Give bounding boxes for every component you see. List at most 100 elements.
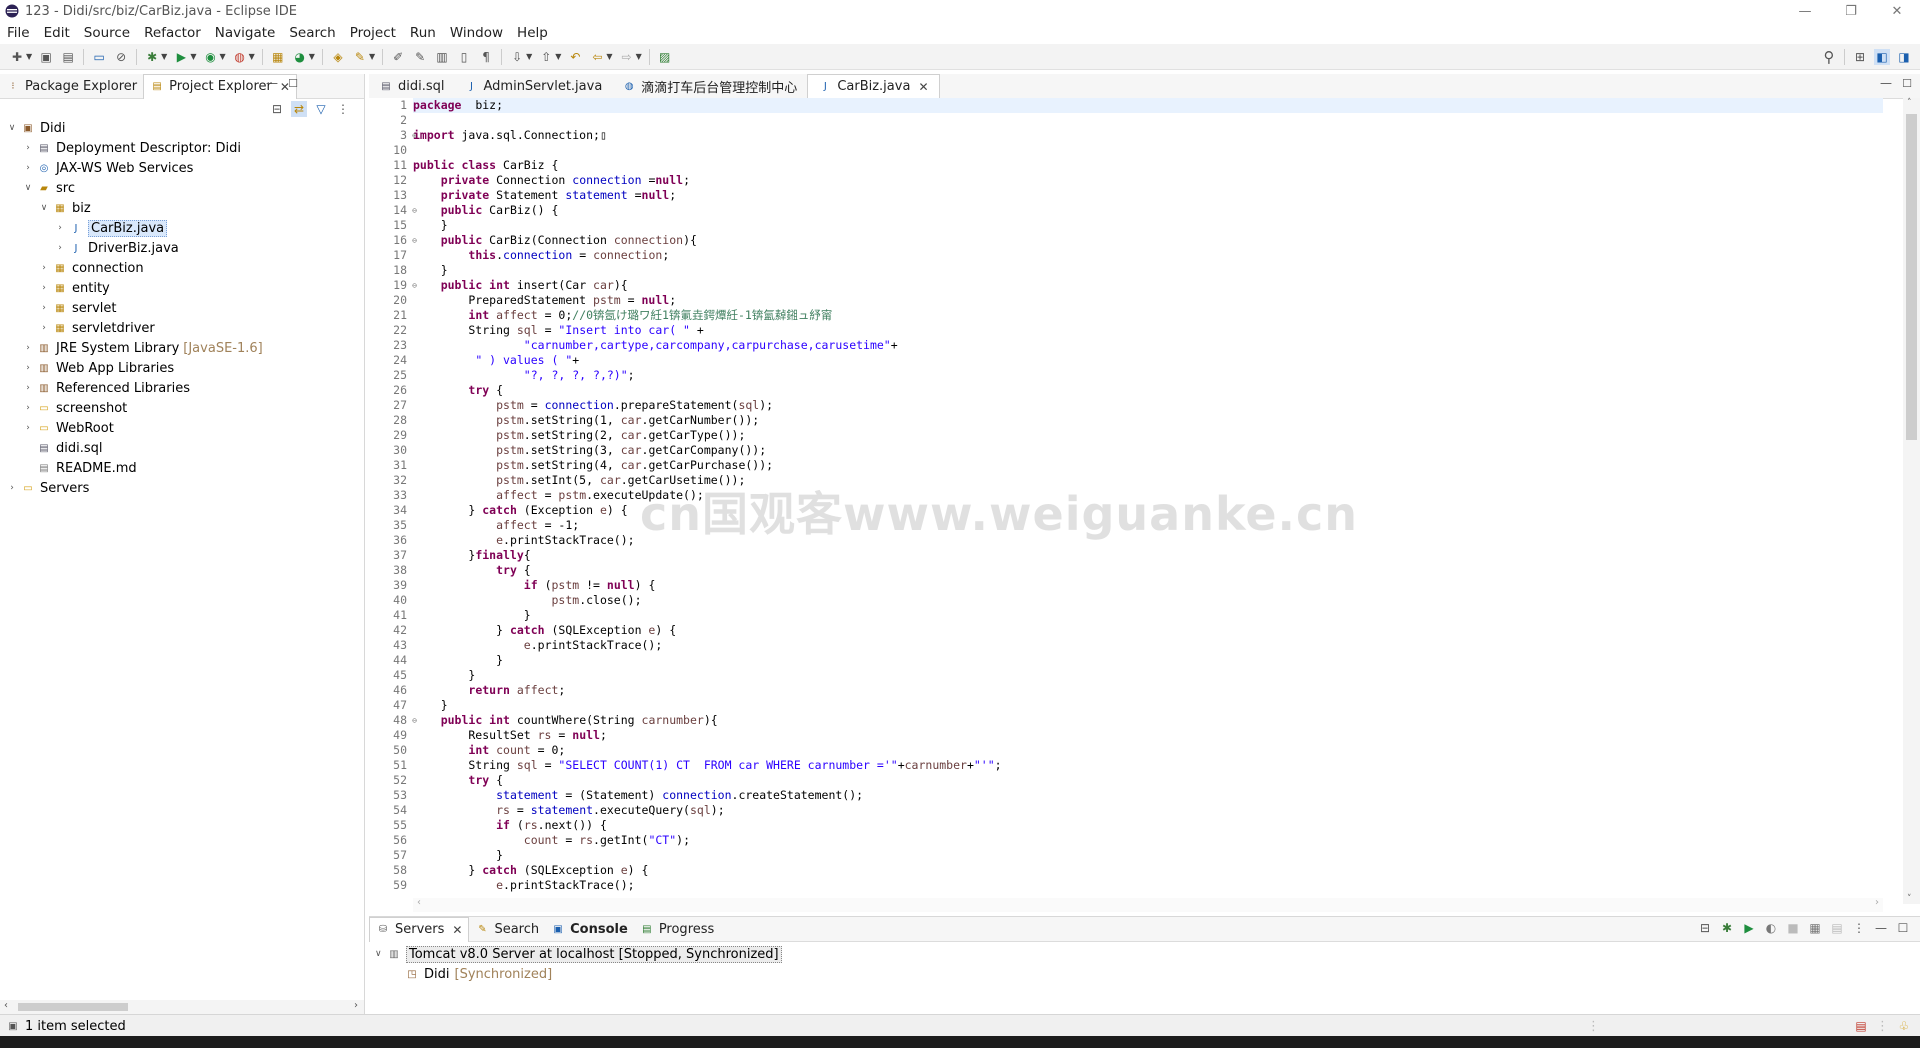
new-package-icon[interactable]: ▦: [270, 49, 286, 65]
external-tools-icon[interactable]: ◍: [232, 49, 248, 65]
scrollbar-thumb[interactable]: [18, 1003, 128, 1011]
tree-item-readme-md[interactable]: ▤ README.md: [0, 458, 364, 478]
close-icon[interactable]: ✕: [918, 80, 928, 94]
tree-item-connection[interactable]: › ▦ connection: [0, 258, 364, 278]
show-whitespace-icon[interactable]: ▯: [456, 49, 472, 65]
menu-edit[interactable]: Edit: [37, 25, 77, 41]
restore-button[interactable]: ❐: [1828, 0, 1874, 22]
code-line[interactable]: }finally{: [413, 548, 1883, 563]
code-line[interactable]: int affect = 0;//0锛氬け璐ワ紝1锛氭垚鍔燂紝-1锛氳繛鎺ュ紓甯: [413, 308, 1883, 323]
toggle-block-selection-icon[interactable]: ✎: [412, 49, 428, 65]
code-line[interactable]: pstm.setString(3, car.getCarCompany());: [413, 443, 1883, 458]
menu-project[interactable]: Project: [343, 25, 403, 41]
minimize-editor-icon[interactable]: —: [1880, 76, 1892, 90]
chevron-down-icon[interactable]: ∨: [22, 183, 34, 193]
editor-tab-4[interactable]: J CarBiz.java ✕: [807, 73, 940, 99]
close-icon[interactable]: ✕: [452, 923, 462, 937]
code-line[interactable]: try {: [413, 383, 1883, 398]
open-type-icon[interactable]: ◈: [330, 49, 346, 65]
collapse-all-icon[interactable]: ⊟: [269, 101, 285, 117]
code-line[interactable]: if (rs.next()) {: [413, 818, 1883, 833]
coverage-icon[interactable]: ◉: [202, 49, 218, 65]
tree-item-carbiz-java[interactable]: › J CarBiz.java: [0, 218, 364, 238]
chevron-down-icon[interactable]: ∨: [38, 203, 50, 213]
debug-icon[interactable]: ✱: [144, 49, 160, 65]
previous-annotation-dropdown-icon[interactable]: ▼: [555, 52, 561, 61]
scroll-up-icon[interactable]: ˄: [1907, 98, 1912, 108]
chevron-right-icon[interactable]: ›: [22, 383, 34, 393]
word-wrap-icon[interactable]: ▥: [434, 49, 450, 65]
editor-vertical-scrollbar[interactable]: ˄ ˅: [1903, 98, 1920, 904]
new-class-dropdown-icon[interactable]: ▼: [309, 52, 315, 61]
tab-search[interactable]: ✎ Search: [469, 917, 545, 941]
scrollbar-thumb[interactable]: [1906, 114, 1917, 440]
maximize-view-icon[interactable]: ☐: [1895, 920, 1911, 936]
code-line[interactable]: PreparedStatement pstm = null;: [413, 293, 1883, 308]
code-line[interactable]: pstm.setString(2, car.getCarType());: [413, 428, 1883, 443]
chevron-right-icon[interactable]: ›: [38, 303, 50, 313]
tree-item-entity[interactable]: › ▦ entity: [0, 278, 364, 298]
coverage-dropdown-icon[interactable]: ▼: [219, 52, 225, 61]
code-line[interactable]: int count = 0;: [413, 743, 1883, 758]
code-line[interactable]: public int countWhere(String carnumber){: [413, 713, 1883, 728]
publish-icon[interactable]: ▦: [1807, 920, 1823, 936]
code-line[interactable]: private Connection connection =null;: [413, 173, 1883, 188]
new-icon[interactable]: ✚: [9, 49, 25, 65]
menu-navigate[interactable]: Navigate: [208, 25, 283, 41]
code-line[interactable]: }: [413, 698, 1883, 713]
code-line[interactable]: " ) values ( "+: [413, 353, 1883, 368]
run-icon[interactable]: ▶: [173, 49, 189, 65]
code-line[interactable]: }: [413, 653, 1883, 668]
java-ee-perspective-icon[interactable]: ◧: [1874, 48, 1890, 65]
menu-search[interactable]: Search: [282, 25, 342, 41]
code-line[interactable]: } catch (SQLException e) {: [413, 863, 1883, 878]
external-tools-dropdown-icon[interactable]: ▼: [249, 52, 255, 61]
run-dropdown-icon[interactable]: ▼: [190, 52, 196, 61]
code-line[interactable]: }: [413, 263, 1883, 278]
new-class-icon[interactable]: ◕: [292, 49, 308, 65]
tree-item-driverbiz-java[interactable]: › J DriverBiz.java: [0, 238, 364, 258]
back-dropdown-icon[interactable]: ▼: [606, 52, 612, 61]
code-line[interactable]: pstm.setString(1, car.getCarNumber());: [413, 413, 1883, 428]
editor-tab-3[interactable]: ◍ 滴滴打车后台管理控制中心: [612, 74, 807, 98]
search-dropdown-icon[interactable]: ▼: [369, 52, 375, 61]
minimize-view-icon[interactable]: —: [1873, 920, 1889, 936]
code-line[interactable]: count = rs.getInt("CT");: [413, 833, 1883, 848]
code-line[interactable]: try {: [413, 563, 1883, 578]
disconnect-icon[interactable]: ▤: [1829, 920, 1845, 936]
updates-icon[interactable]: ▤: [1853, 1018, 1869, 1034]
save-all-icon[interactable]: ▤: [60, 49, 76, 65]
editor-tab-2[interactable]: J AdminServlet.java: [455, 74, 613, 98]
profile-server-icon[interactable]: ◐: [1763, 920, 1779, 936]
last-edit-location-icon[interactable]: ↶: [567, 49, 583, 65]
menu-refactor[interactable]: Refactor: [137, 25, 208, 41]
scroll-right-icon[interactable]: ›: [1875, 897, 1879, 908]
module-row[interactable]: ◳ Didi [Synchronized]: [369, 964, 1920, 984]
toggle-mark-occurrences-icon[interactable]: ✐: [390, 49, 406, 65]
tree-item-deployment-descriptor-didi[interactable]: › ▤ Deployment Descriptor: Didi: [0, 138, 364, 158]
tip-lightbulb-icon[interactable]: ♧: [1896, 1018, 1912, 1034]
tree-item-jax-ws-web-services[interactable]: › ◎ JAX-WS Web Services: [0, 158, 364, 178]
code-line[interactable]: this.connection = connection;: [413, 248, 1883, 263]
tree-item-biz[interactable]: ∨ ▦ biz: [0, 198, 364, 218]
new-dropdown-icon[interactable]: ▼: [26, 52, 32, 61]
code-line[interactable]: package biz;: [413, 98, 1883, 113]
chevron-right-icon[interactable]: ›: [22, 343, 34, 353]
code-line[interactable]: }: [413, 608, 1883, 623]
minimize-button[interactable]: —: [1782, 0, 1828, 22]
quick-access-search-icon[interactable]: ⚲: [1821, 48, 1837, 66]
chevron-right-icon[interactable]: ›: [38, 323, 50, 333]
tree-item-referenced-libraries[interactable]: › ▥ Referenced Libraries: [0, 378, 364, 398]
code-line[interactable]: String sql = "SELECT COUNT(1) CT FROM ca…: [413, 758, 1883, 773]
pilcrow-icon[interactable]: ¶: [478, 49, 494, 65]
java-perspective-icon[interactable]: ◨: [1896, 49, 1912, 65]
view-menu-icon[interactable]: ⋮: [335, 101, 351, 117]
tree-item-didi[interactable]: ∨ ▣ Didi: [0, 118, 364, 138]
tree-item-servers[interactable]: › ▭ Servers: [0, 478, 364, 498]
editor-tab-1[interactable]: ▤ didi.sql: [369, 74, 455, 98]
code-line[interactable]: return affect;: [413, 683, 1883, 698]
maximize-view-icon[interactable]: ☐: [288, 77, 298, 90]
code-line[interactable]: if (pstm != null) {: [413, 578, 1883, 593]
menu-file[interactable]: File: [0, 25, 37, 41]
tree-item-jre-system-library[interactable]: › ▥ JRE System Library [JavaSE-1.6]: [0, 338, 364, 358]
